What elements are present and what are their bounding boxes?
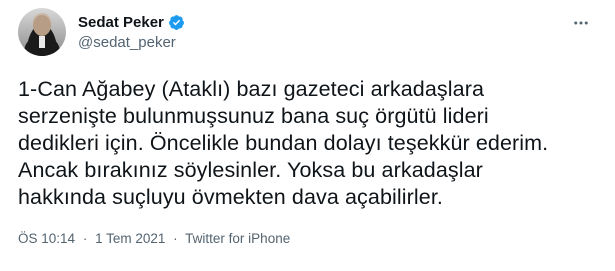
tweet-timestamp-link[interactable]: ÖS 10:14 · 1 Tem 2021: [18, 231, 165, 246]
display-name[interactable]: Sedat Peker: [78, 14, 164, 31]
avatar-shirt-shape: [39, 36, 45, 48]
separator-dot: ·: [173, 231, 178, 246]
more-horizontal-icon: [574, 21, 588, 25]
avatar-head-shape: [33, 15, 51, 36]
verified-badge-icon: [168, 14, 184, 30]
tweet-metadata: ÖS 10:14 · 1 Tem 2021 · Twitter for iPho…: [18, 231, 290, 246]
tweet-text-line: dedikleri için. Öncelikle bundan dolayı …: [18, 131, 549, 155]
tweet-source-link[interactable]: Twitter for iPhone: [185, 231, 290, 246]
tweet-card: Sedat Peker @sedat_peker 1-Can Ağabey (A…: [0, 0, 615, 271]
more-options-button[interactable]: [570, 12, 592, 34]
separator-dot: ·: [82, 231, 88, 246]
tweet-text-line: 1-Can Ağabey (Ataklı) bazı gazeteci arka…: [18, 77, 485, 101]
tweet-text-line: serzenişte bulunmuşsunuz bana suç örgütü…: [18, 104, 489, 128]
display-name-row: Sedat Peker: [78, 12, 185, 32]
tweet-text: 1-Can Ağabey (Ataklı) bazı gazeteci arka…: [18, 76, 598, 211]
author-names: Sedat Peker @sedat_peker: [78, 12, 185, 51]
tweet-time: ÖS 10:14: [18, 231, 76, 246]
tweet-header: Sedat Peker @sedat_peker: [18, 8, 598, 64]
author-handle[interactable]: @sedat_peker: [78, 34, 185, 51]
tweet-text-line: Ancak bırakınız söylesinler. Yoksa bu ar…: [18, 158, 483, 182]
avatar[interactable]: [18, 8, 66, 56]
tweet-text-line: hakkında suçluyu övmekten dava açabilirl…: [18, 185, 443, 209]
tweet-date: 1 Tem 2021: [95, 231, 166, 246]
